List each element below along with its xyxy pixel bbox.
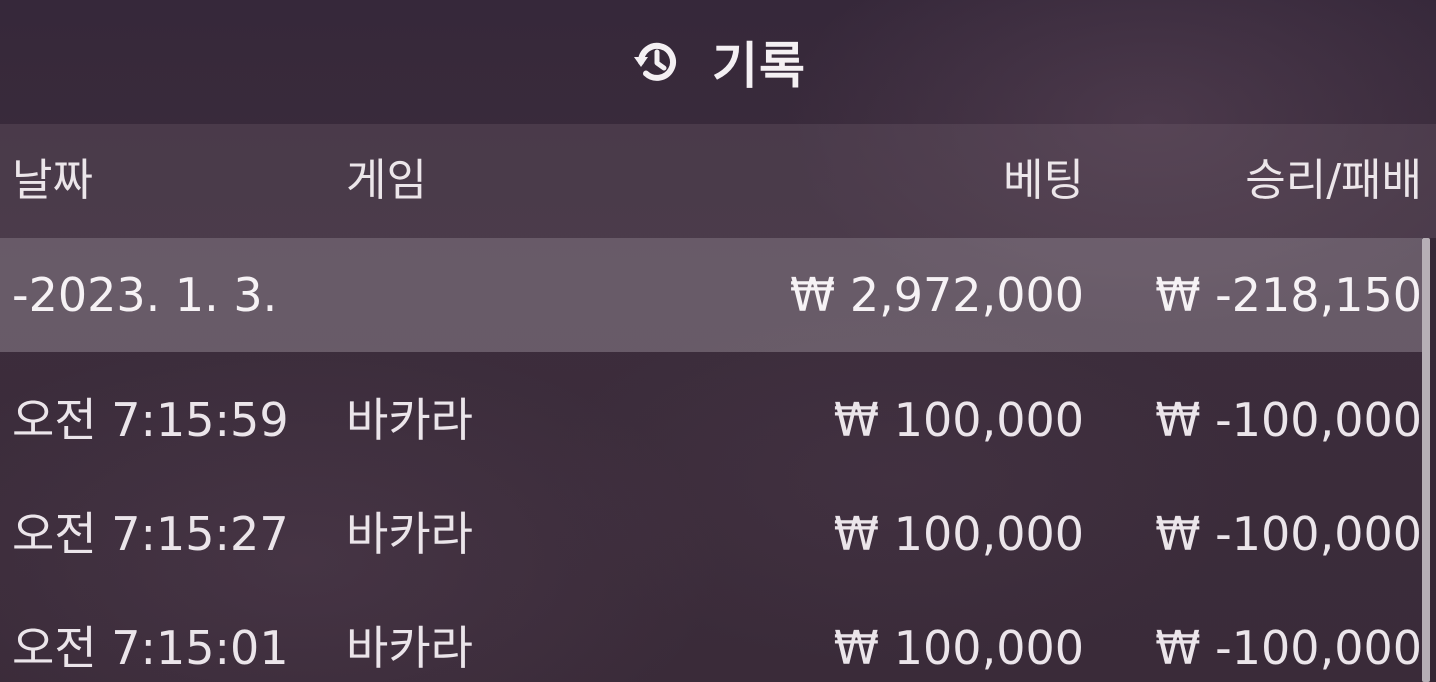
history-icon [630,35,684,89]
row-game: 바카라 [346,621,473,675]
column-header-bet: 베팅 [1003,155,1084,206]
row-time: 오전 7:15:01 [12,621,289,675]
column-header-result: 승리/패배 [1245,155,1422,206]
page-title: 기록 [712,37,806,95]
column-header-date: 날짜 [12,155,93,206]
day-summary-date: -2023. 1. 3. [12,268,278,322]
row-bet: ₩ 100,000 [833,621,1084,675]
history-list: 오전 7:15:59 바카라 ₩ 100,000 ₩ -100,000 오전 7… [0,352,1422,682]
history-screen: 기록 날짜 게임 베팅 승리/패배 -2023. 1. 3. ₩ 2,972,0… [0,0,1436,682]
table-row[interactable]: 오전 7:15:59 바카라 ₩ 100,000 ₩ -100,000 [0,352,1422,466]
title-bar: 기록 [0,0,1436,124]
scrollbar-thumb[interactable] [1422,238,1430,682]
day-summary-result: ₩ -218,150 [1155,268,1422,322]
table-row[interactable]: 오전 7:15:01 바카라 ₩ 100,000 ₩ -100,000 [0,580,1422,682]
row-result: ₩ -100,000 [1155,621,1422,675]
table-header: 날짜 게임 베팅 승리/패배 [0,124,1436,238]
table-row[interactable]: 오전 7:15:27 바카라 ₩ 100,000 ₩ -100,000 [0,466,1422,580]
column-header-game: 게임 [346,155,427,206]
day-summary-row[interactable]: -2023. 1. 3. ₩ 2,972,000 ₩ -218,150 [0,238,1422,352]
day-summary-bet: ₩ 2,972,000 [789,268,1084,322]
